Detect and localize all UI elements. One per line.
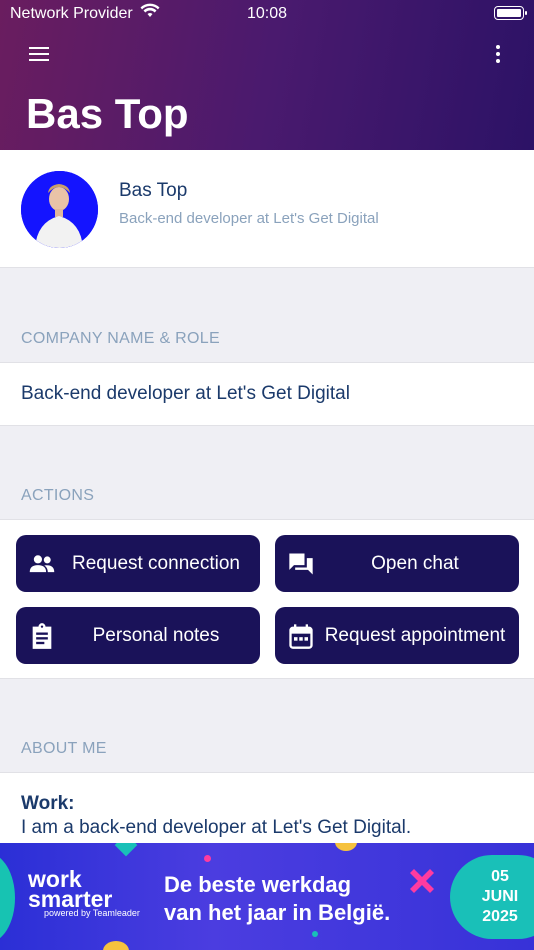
banner-date: 05 JUNI 2025 <box>481 868 519 925</box>
battery-icon <box>494 6 527 20</box>
more-vertical-icon <box>496 45 500 49</box>
about-section-label: ABOUT ME <box>21 740 107 757</box>
hamburger-menu-icon <box>29 47 49 49</box>
decorative-cross-icon <box>410 869 434 893</box>
work-label: Work: <box>21 793 75 814</box>
profile-subtitle: Back-end developer at Let's Get Digital <box>119 210 379 227</box>
actions-section-label: ACTIONS <box>21 487 95 504</box>
app-header: Network Provider 10:08 Bas Top <box>0 0 534 150</box>
chat-icon <box>289 553 313 575</box>
menu-button[interactable] <box>24 40 54 68</box>
more-options-button[interactable] <box>490 40 506 68</box>
banner-tagline: De beste werkdag van het jaar in België. <box>164 872 391 925</box>
advertisement-banner[interactable]: work smarter powered by Teamleader De be… <box>0 843 534 950</box>
banner-powered-by: powered by Teamleader <box>44 908 140 918</box>
calendar-icon <box>289 624 313 649</box>
company-row: Back-end developer at Let's Get Digital <box>0 362 534 426</box>
profile-name: Bas Top <box>119 180 188 201</box>
banner-brand: work smarter <box>28 866 113 912</box>
open-chat-button[interactable]: Open chat <box>275 535 519 592</box>
avatar <box>21 171 98 248</box>
company-section-label: COMPANY NAME & ROLE <box>21 330 220 347</box>
personal-notes-button[interactable]: Personal notes <box>16 607 260 664</box>
work-description: I am a back-end developer at Let's Get D… <box>21 817 412 838</box>
company-role-value: Back-end developer at Let's Get Digital <box>21 383 350 404</box>
request-connection-button[interactable]: Request connection <box>16 535 260 592</box>
status-bar: Network Provider 10:08 <box>0 0 534 28</box>
person-photo <box>21 171 98 248</box>
clipboard-icon <box>32 623 52 649</box>
actions-panel: Request connection Open chat Personal no… <box>0 519 534 679</box>
about-panel: Work: I am a back-end developer at Let's… <box>0 772 534 852</box>
request-appointment-button[interactable]: Request appointment <box>275 607 519 664</box>
page-title: Bas Top <box>26 90 189 137</box>
people-icon <box>29 555 55 573</box>
clock: 10:08 <box>246 5 288 22</box>
profile-card: Bas Top Back-end developer at Let's Get … <box>0 150 534 268</box>
